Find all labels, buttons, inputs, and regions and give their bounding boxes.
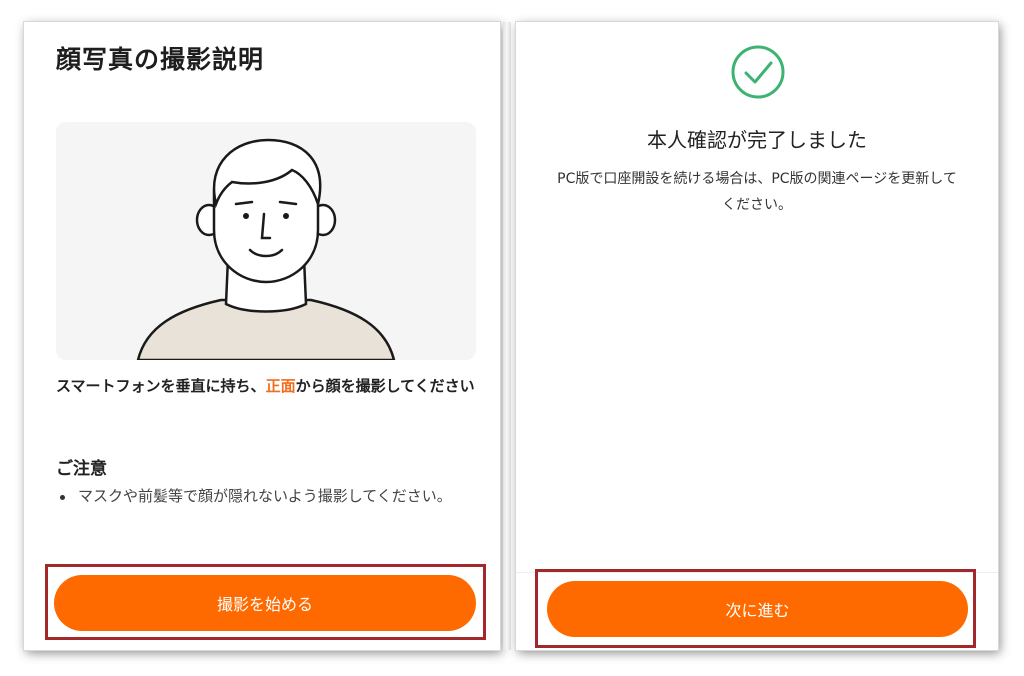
instruction-highlight-front: 正面 [265,377,296,395]
instruction-text-before: スマートフォンを垂直に持ち、 [56,377,266,395]
face-photo-instructions-screen: 顔写真の撮影説明 スマートフォンを垂直に持ち、正面から顔を撮影してください ご注… [24,22,500,650]
bullet-icon [60,495,65,500]
instruction-text-after: から顔を撮影してください [295,377,475,395]
verification-complete-screen: 本人確認が完了しました PC版で口座開設を続ける場合は、PC版の関連ページを更新… [516,22,998,650]
verification-complete-message: PC版で口座開設を続ける場合は、PC版の関連ページを更新してください。 [557,171,957,213]
capture-instruction: スマートフォンを垂直に持ち、正面から顔を撮影してください [56,374,476,398]
check-circle-icon [731,45,785,99]
panel-divider [503,22,511,650]
notice-list: マスクや前髪等で顔が隠れないよう撮影してください。 [56,484,476,508]
start-capture-button[interactable]: 撮影を始める [54,575,476,631]
notice-item: マスクや前髪等で顔が隠れないよう撮影してください。 [56,484,476,508]
portrait-drawing [136,138,396,360]
verification-complete-title: 本人確認が完了しました [647,128,867,152]
page-title: 顔写真の撮影説明 [56,45,265,74]
notice-item-text: マスクや前髪等で顔が隠れないよう撮影してください。 [78,487,452,505]
next-button[interactable]: 次に進む [547,581,968,637]
notice-heading: ご注意 [56,459,107,479]
person-portrait-illustration [56,122,476,360]
